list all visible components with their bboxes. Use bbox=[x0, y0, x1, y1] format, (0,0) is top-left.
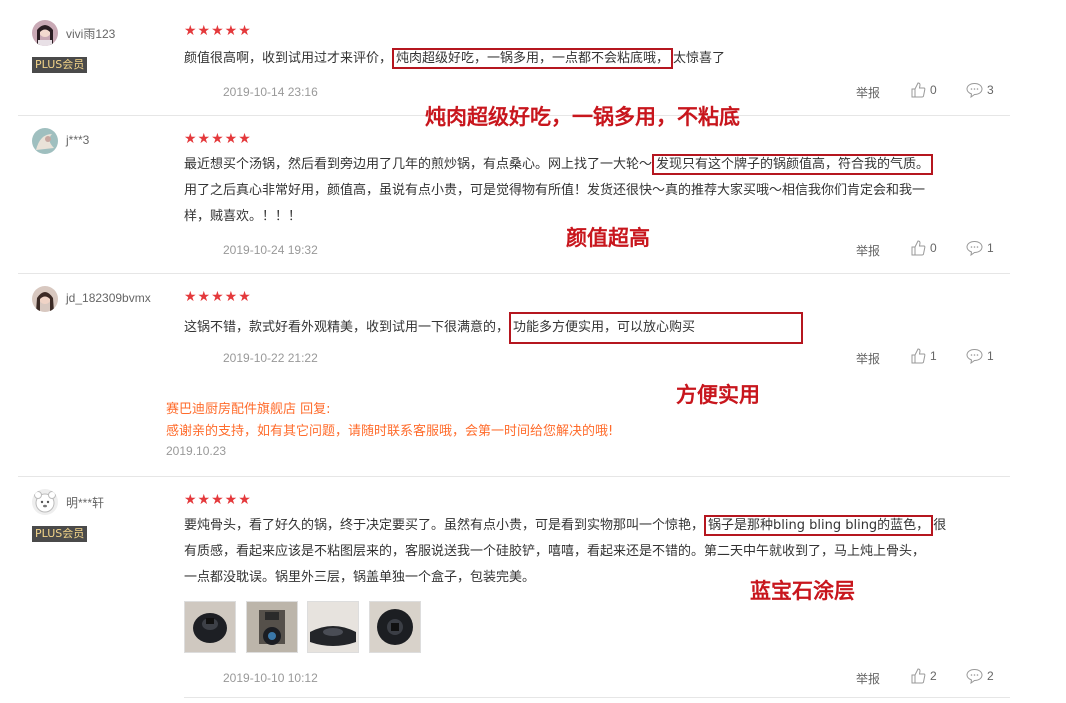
star-rating: ★★★★★ bbox=[184, 131, 252, 147]
comment-icon bbox=[966, 240, 983, 257]
review-photo[interactable] bbox=[246, 601, 298, 653]
star-rating: ★★★★★ bbox=[184, 492, 252, 508]
review-bottom-divider bbox=[184, 697, 1010, 698]
report-link[interactable]: 举报 bbox=[856, 670, 880, 687]
seller-reply-text: 感谢亲的支持，如有其它问题，请随时联系客服哦，会第一时间给您解决的哦! bbox=[166, 424, 614, 439]
thumbs-up-icon bbox=[911, 82, 926, 98]
review-text: 这锅不错，款式好看外观精美，收到试用一下很满意的， 功能多方便实用，可以放心购买 bbox=[184, 312, 1004, 344]
highlight-box: 锅子是那种bling bling bling的蓝色， bbox=[704, 515, 934, 536]
callout-annotation: 蓝宝石涂层 bbox=[750, 579, 855, 603]
callout-annotation: 方便实用 bbox=[676, 383, 760, 407]
comment-button[interactable]: 2 bbox=[966, 668, 994, 685]
callout-annotation: 炖肉超级好吃，一锅多用，不粘底 bbox=[425, 105, 740, 129]
review-date: 2019-10-14 23:16 bbox=[223, 85, 318, 99]
avatar[interactable] bbox=[32, 286, 58, 312]
review-item: 明***轩 PLUS会员 ★★★★★ 要炖骨头，看了好久的锅，终于决定要买了。虽… bbox=[18, 489, 1010, 699]
star-rating: ★★★★★ bbox=[184, 23, 252, 39]
highlight-box: 发现只有这个牌子的锅颜值高，符合我的气质。 bbox=[652, 154, 934, 175]
report-link[interactable]: 举报 bbox=[856, 84, 880, 101]
avatar[interactable] bbox=[32, 128, 58, 154]
review-photo[interactable] bbox=[369, 601, 421, 653]
review-photo[interactable] bbox=[184, 601, 236, 653]
report-link[interactable]: 举报 bbox=[856, 242, 880, 259]
comment-count: 3 bbox=[987, 83, 994, 97]
like-button[interactable]: 0 bbox=[910, 82, 937, 98]
like-button[interactable]: 2 bbox=[910, 668, 937, 684]
like-count: 0 bbox=[930, 83, 937, 97]
thumbs-up-icon bbox=[911, 668, 926, 684]
username[interactable]: 明***轩 bbox=[66, 494, 104, 511]
review-date: 2019-10-10 10:12 bbox=[223, 671, 318, 685]
username[interactable]: vivi雨123 bbox=[66, 25, 115, 42]
callout-annotation: 颜值超高 bbox=[566, 226, 650, 250]
review-text: 要炖骨头，看了好久的锅，终于决定要买了。虽然有点小贵，可是看到实物那叫一个惊艳，… bbox=[184, 513, 1004, 591]
username[interactable]: j***3 bbox=[66, 133, 89, 147]
comment-button[interactable]: 1 bbox=[966, 240, 994, 257]
review-date: 2019-10-24 19:32 bbox=[223, 243, 318, 257]
like-count: 2 bbox=[930, 669, 937, 683]
comment-count: 1 bbox=[987, 241, 994, 255]
review-text: 最近想买个汤锅，然后看到旁边用了几年的煎炒锅，有点桑心。网上找了一大轮～ 发现只有… bbox=[184, 152, 1004, 230]
avatar[interactable] bbox=[32, 20, 58, 46]
comment-icon bbox=[966, 82, 983, 99]
thumbs-up-icon bbox=[911, 348, 926, 364]
comment-icon bbox=[966, 348, 983, 365]
seller-reply-date: 2019.10.23 bbox=[166, 444, 227, 458]
comment-button[interactable]: 1 bbox=[966, 348, 994, 365]
avatar[interactable] bbox=[32, 489, 58, 515]
seller-reply-header: 赛巴迪厨房配件旗舰店 回复: bbox=[166, 402, 331, 417]
review-date: 2019-10-22 21:22 bbox=[223, 351, 318, 365]
plus-member-badge: PLUS会员 bbox=[32, 526, 88, 542]
comment-count: 1 bbox=[987, 349, 994, 363]
like-button[interactable]: 0 bbox=[910, 240, 937, 256]
like-button[interactable]: 1 bbox=[910, 348, 937, 364]
star-rating: ★★★★★ bbox=[184, 289, 252, 305]
comment-button[interactable]: 3 bbox=[966, 82, 994, 99]
plus-member-badge: PLUS会员 bbox=[32, 57, 88, 73]
review-photo[interactable] bbox=[307, 601, 359, 653]
highlight-box: 炖肉超级好吃，一锅多用，一点都不会粘底哦， bbox=[392, 48, 674, 69]
like-count: 0 bbox=[930, 241, 937, 255]
username[interactable]: jd_182309bvmx bbox=[66, 291, 151, 305]
highlight-box: 功能多方便实用，可以放心购买 bbox=[509, 312, 804, 344]
review-text: 颜值很高啊，收到试用过才来评价， 炖肉超级好吃，一锅多用，一点都不会粘底哦， 太惊喜… bbox=[184, 46, 1004, 72]
report-link[interactable]: 举报 bbox=[856, 350, 880, 367]
thumbs-up-icon bbox=[911, 240, 926, 256]
comment-count: 2 bbox=[987, 669, 994, 683]
review-item: j***3 ★★★★★ 最近想买个汤锅，然后看到旁边用了几年的煎炒锅，有点桑心。… bbox=[18, 128, 1010, 274]
comment-icon bbox=[966, 668, 983, 685]
like-count: 1 bbox=[930, 349, 937, 363]
